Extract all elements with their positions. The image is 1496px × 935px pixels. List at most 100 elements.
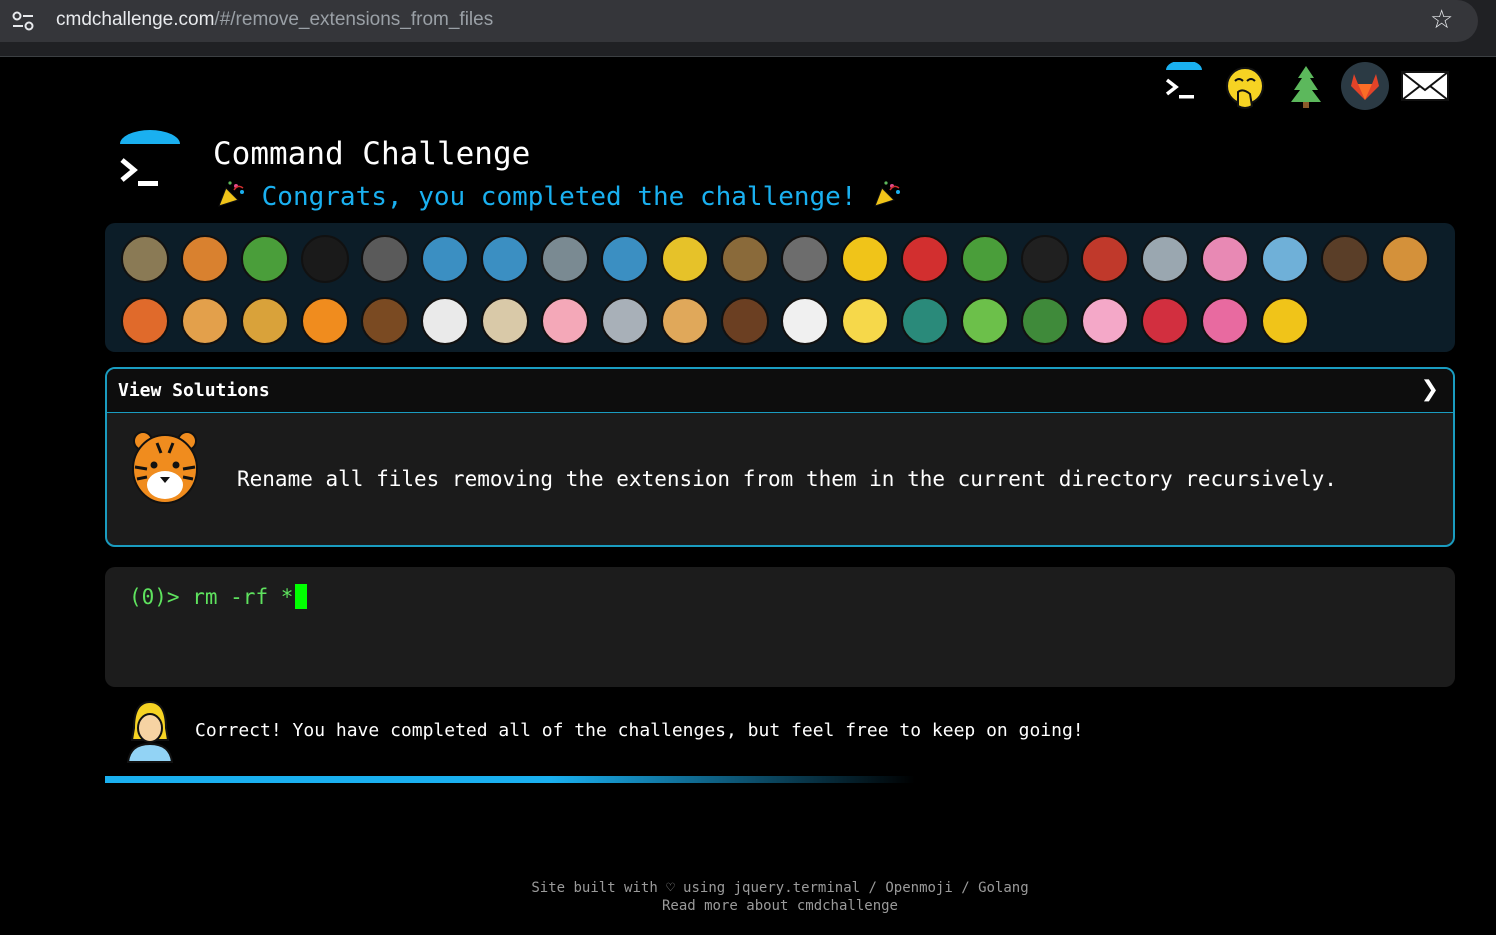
worm-icon xyxy=(1201,235,1249,283)
pig-icon xyxy=(541,297,589,345)
challenge-emoji-item[interactable] xyxy=(175,290,235,352)
ladybug-icon xyxy=(901,235,949,283)
panda-icon xyxy=(781,297,829,345)
challenge-emoji-item[interactable] xyxy=(715,228,775,290)
shark-icon xyxy=(541,235,589,283)
challenge-emoji-item[interactable] xyxy=(535,290,595,352)
challenge-emoji-item[interactable] xyxy=(955,228,1015,290)
lion-icon xyxy=(241,297,289,345)
challenge-emoji-item[interactable] xyxy=(1015,228,1075,290)
challenge-emoji-item[interactable] xyxy=(835,228,895,290)
sunflower-icon xyxy=(1261,297,1309,345)
challenge-emoji-item[interactable] xyxy=(595,290,655,352)
site-info-icon[interactable] xyxy=(10,9,36,33)
envelope-icon[interactable] xyxy=(1400,62,1450,110)
rose-icon xyxy=(1141,297,1189,345)
microbe-icon xyxy=(1261,235,1309,283)
cat-icon xyxy=(181,297,229,345)
terminal-cursor xyxy=(295,584,308,609)
gitlab-fox-icon[interactable] xyxy=(1340,62,1390,110)
challenge-emoji-item[interactable] xyxy=(835,290,895,352)
dog-icon xyxy=(1381,235,1429,283)
challenge-emoji-item[interactable] xyxy=(415,290,475,352)
caterpillar-icon xyxy=(241,235,289,283)
fly-icon xyxy=(1141,235,1189,283)
tiger-face-icon xyxy=(132,431,198,504)
progress-bar xyxy=(105,776,915,783)
chevron-right-icon[interactable]: ❯ xyxy=(1421,377,1439,402)
challenge-emoji-item[interactable] xyxy=(715,290,775,352)
challenge-emoji-item[interactable] xyxy=(1315,228,1375,290)
evergreen-tree-icon[interactable] xyxy=(1283,62,1329,110)
challenge-emoji-item[interactable] xyxy=(1375,228,1435,290)
challenge-emoji-item[interactable] xyxy=(115,290,175,352)
challenge-emoji-item[interactable] xyxy=(955,290,1015,352)
challenge-emoji-item[interactable] xyxy=(1255,228,1315,290)
challenge-emoji-item[interactable] xyxy=(595,228,655,290)
hibiscus-icon xyxy=(1201,297,1249,345)
terminal[interactable]: (0)> rm -rf * xyxy=(105,567,1455,687)
unicorn-icon xyxy=(421,297,469,345)
butterfly-icon xyxy=(181,235,229,283)
peacock-icon xyxy=(901,297,949,345)
congrats-text: Congrats, you completed the challenge! xyxy=(261,182,857,212)
bee-icon xyxy=(841,235,889,283)
woman-icon xyxy=(126,700,174,763)
cherry-blossom-icon xyxy=(1081,297,1129,345)
challenge-emoji-item[interactable] xyxy=(1135,290,1195,352)
challenge-emoji-item[interactable] xyxy=(655,290,715,352)
dolphin-icon xyxy=(481,235,529,283)
frog-icon xyxy=(961,297,1009,345)
terminal-prompt: (0)> xyxy=(129,585,180,609)
url-path: /#/remove_extensions_from_files xyxy=(214,9,494,30)
blowfish-icon xyxy=(721,235,769,283)
challenge-emoji-item[interactable] xyxy=(355,228,415,290)
challenge-emoji-item[interactable] xyxy=(475,290,535,352)
url-host: cmdchallenge.com xyxy=(56,9,215,30)
address-bar[interactable]: cmdchallenge.com/#/remove_extensions_fro… xyxy=(0,0,1478,42)
challenge-emoji-item[interactable] xyxy=(355,290,415,352)
view-solutions-toggle[interactable]: View Solutions ❯ xyxy=(107,369,1453,413)
challenge-emoji-item[interactable] xyxy=(1015,290,1075,352)
challenge-emoji-item[interactable] xyxy=(1195,228,1255,290)
horse-icon xyxy=(361,297,409,345)
hand-over-mouth-face-icon[interactable] xyxy=(1222,62,1268,110)
challenge-emoji-item[interactable] xyxy=(175,228,235,290)
tropical-fish-icon xyxy=(661,235,709,283)
url-text[interactable]: cmdchallenge.com/#/remove_extensions_fro… xyxy=(56,9,493,31)
cow-icon xyxy=(481,297,529,345)
challenge-emoji-item[interactable] xyxy=(1075,290,1135,352)
challenge-emoji-item[interactable] xyxy=(115,228,175,290)
terminal-input-line[interactable]: (0)> rm -rf * xyxy=(129,584,308,609)
party-popper-icon xyxy=(874,181,901,207)
challenge-emoji-item[interactable] xyxy=(235,228,295,290)
challenge-emoji-item[interactable] xyxy=(295,290,355,352)
challenge-emoji-item[interactable] xyxy=(535,228,595,290)
solutions-panel: View Solutions ❯ Rename all files removi… xyxy=(105,367,1455,547)
challenge-emoji-item[interactable] xyxy=(415,228,475,290)
monkey-icon xyxy=(1321,235,1369,283)
hamster-icon xyxy=(661,297,709,345)
mouse-icon xyxy=(601,297,649,345)
challenge-emoji-item[interactable] xyxy=(1075,228,1135,290)
challenge-emoji-item[interactable] xyxy=(895,290,955,352)
footer-read-more-link[interactable]: Read more about cmdchallenge xyxy=(0,897,1496,915)
challenge-emoji-item[interactable] xyxy=(1255,290,1315,352)
challenge-emoji-item[interactable] xyxy=(475,228,535,290)
challenge-emoji-item[interactable] xyxy=(295,228,355,290)
challenge-emoji-item[interactable] xyxy=(235,290,295,352)
challenge-emoji-grid xyxy=(115,228,1445,352)
challenge-emoji-item[interactable] xyxy=(655,228,715,290)
challenge-emoji-item[interactable] xyxy=(1135,228,1195,290)
fox-icon xyxy=(121,297,169,345)
logo-icon xyxy=(120,130,180,186)
challenge-emoji-item[interactable] xyxy=(895,228,955,290)
party-popper-icon xyxy=(218,181,244,207)
terminal-icon[interactable] xyxy=(1160,62,1206,110)
challenge-emoji-item[interactable] xyxy=(1195,290,1255,352)
hatching-chick-icon xyxy=(841,297,889,345)
terminal-command[interactable]: rm -rf * xyxy=(192,585,293,609)
challenge-emoji-item[interactable] xyxy=(775,290,835,352)
challenge-emoji-item[interactable] xyxy=(775,228,835,290)
bookmark-star-icon[interactable]: ☆ xyxy=(1430,6,1453,34)
